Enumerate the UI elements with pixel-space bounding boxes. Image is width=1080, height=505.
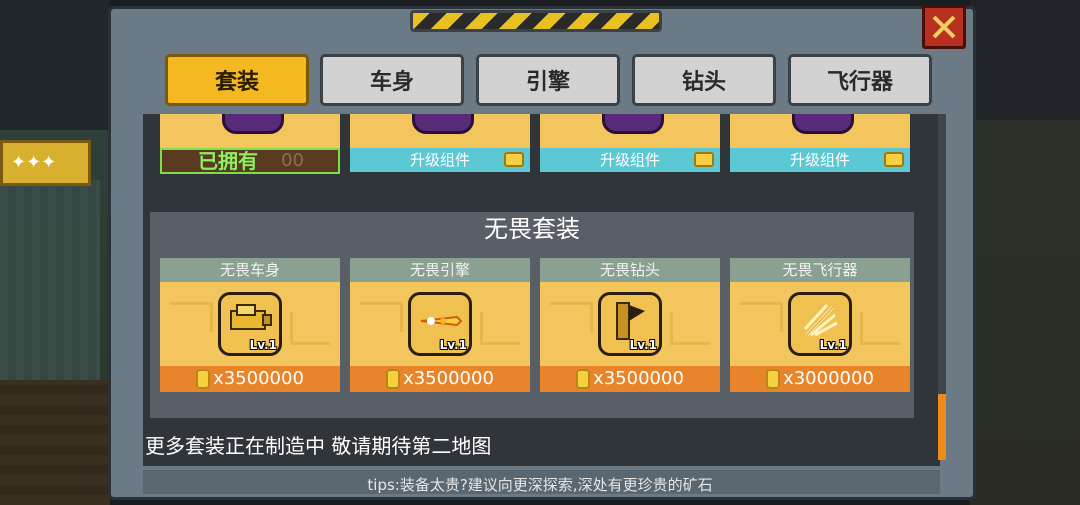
item-level: Lv.1 bbox=[819, 338, 847, 352]
gem-icon bbox=[602, 114, 664, 134]
scrollbar-thumb[interactable] bbox=[938, 394, 946, 460]
background-right bbox=[970, 0, 1080, 505]
owned-status: 已拥有 00 bbox=[160, 148, 340, 174]
suit-item-card[interactable]: 无畏钻头 Lv.1 x3500000 bbox=[540, 258, 720, 392]
tab-aircraft[interactable]: 飞行器 bbox=[788, 54, 932, 106]
background-building bbox=[0, 180, 100, 380]
tab-label: 飞行器 bbox=[826, 70, 893, 95]
upgrade-card[interactable]: 升级组件 bbox=[730, 114, 910, 176]
gem-icon bbox=[792, 114, 854, 134]
item-name: 无畏引擎 bbox=[350, 258, 530, 282]
item-name: 无畏飞行器 bbox=[730, 258, 910, 282]
tab-suit[interactable]: 套装 bbox=[165, 54, 309, 106]
hazard-stripe-decoration bbox=[410, 10, 662, 32]
owned-item-card[interactable]: 已拥有 00 bbox=[160, 114, 340, 176]
suit-item-card[interactable]: 无畏车身 Lv.1 x3500000 bbox=[160, 258, 340, 392]
suit-section-title: 无畏套装 bbox=[484, 215, 580, 243]
buy-button[interactable]: x3000000 bbox=[730, 366, 910, 392]
buy-button[interactable]: x3500000 bbox=[350, 366, 530, 392]
upgrade-arrow-icon bbox=[884, 152, 904, 167]
tab-drill[interactable]: 钻头 bbox=[632, 54, 776, 106]
coin-icon bbox=[576, 369, 591, 389]
background-sign: ✦✦✦ bbox=[0, 140, 91, 186]
coin-icon bbox=[196, 369, 211, 389]
item-level: Lv.1 bbox=[629, 338, 657, 352]
coming-soon-text: 更多套装正在制造中 敬请期待第二地图 bbox=[145, 434, 492, 458]
tab-label: 车身 bbox=[369, 70, 414, 95]
suit-item-card[interactable]: 无畏飞行器 Lv.1 x3000000 bbox=[730, 258, 910, 392]
item-level: Lv.1 bbox=[439, 338, 467, 352]
tab-label: 套装 bbox=[214, 70, 259, 95]
coin-icon bbox=[766, 369, 781, 389]
upgrade-card[interactable]: 升级组件 bbox=[350, 114, 530, 176]
engine-icon: Lv.1 bbox=[408, 292, 472, 356]
suit-item-card[interactable]: 无畏引擎 Lv.1 x3500000 bbox=[350, 258, 530, 392]
drill-icon: Lv.1 bbox=[598, 292, 662, 356]
upgrade-arrow-icon bbox=[694, 152, 714, 167]
gem-icon bbox=[412, 114, 474, 134]
upgrade-button[interactable]: 升级组件 bbox=[540, 148, 720, 172]
buy-button[interactable]: x3500000 bbox=[540, 366, 720, 392]
tab-label: 引擎 bbox=[525, 70, 570, 95]
coin-icon bbox=[386, 369, 401, 389]
item-name: 无畏车身 bbox=[160, 258, 340, 282]
tab-body[interactable]: 车身 bbox=[320, 54, 464, 106]
wing-icon: Lv.1 bbox=[788, 292, 852, 356]
close-icon bbox=[932, 15, 956, 39]
item-level: Lv.1 bbox=[249, 338, 277, 352]
upgrade-button[interactable]: 升级组件 bbox=[350, 148, 530, 172]
close-button[interactable] bbox=[922, 5, 966, 49]
car-body-icon: Lv.1 bbox=[218, 292, 282, 356]
upgrade-card[interactable]: 升级组件 bbox=[540, 114, 720, 176]
buy-button[interactable]: x3500000 bbox=[160, 366, 340, 392]
item-name: 无畏钻头 bbox=[540, 258, 720, 282]
tips-text: tips:装备太贵?建议向更深探索,深处有更珍贵的矿石 bbox=[367, 476, 713, 494]
gem-icon bbox=[222, 114, 284, 134]
tab-engine[interactable]: 引擎 bbox=[476, 54, 620, 106]
upgrade-arrow-icon bbox=[504, 152, 524, 167]
upgrade-button[interactable]: 升级组件 bbox=[730, 148, 910, 172]
tab-label: 钻头 bbox=[681, 70, 726, 95]
